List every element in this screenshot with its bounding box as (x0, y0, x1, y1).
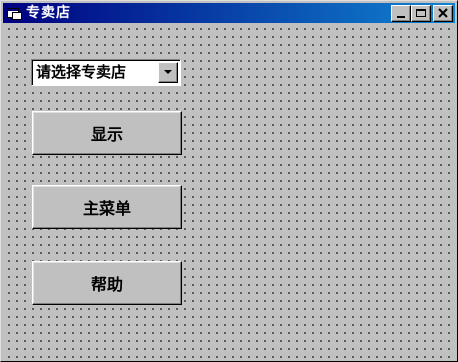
window-title: 专卖店 (26, 5, 71, 21)
main-menu-button[interactable]: 主菜单 (32, 185, 182, 229)
help-button[interactable]: 帮助 (32, 261, 182, 305)
maximize-button[interactable] (411, 5, 431, 22)
minimize-button[interactable] (391, 5, 411, 22)
close-icon (438, 8, 448, 18)
app-window: 专卖店 请选择专卖店 显示 主菜单 帮助 (0, 0, 458, 362)
store-select[interactable]: 请选择专卖店 (31, 59, 181, 86)
chevron-down-icon (164, 70, 172, 74)
maximize-icon (416, 9, 426, 17)
form-client-area: 请选择专卖店 显示 主菜单 帮助 (3, 23, 455, 359)
minimize-icon (397, 16, 405, 18)
show-button[interactable]: 显示 (32, 111, 182, 155)
store-select-value: 请选择专卖店 (36, 63, 127, 81)
window-controls (391, 5, 453, 22)
app-icon[interactable] (6, 6, 22, 20)
close-button[interactable] (433, 5, 453, 22)
title-bar[interactable]: 专卖店 (3, 3, 455, 23)
store-select-dropdown-button[interactable] (158, 62, 178, 83)
